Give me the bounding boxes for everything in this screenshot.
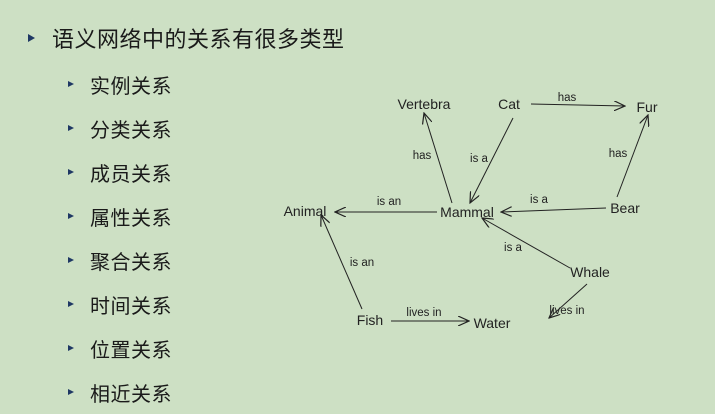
node-animal: Animal: [284, 203, 327, 219]
node-whale: Whale: [570, 264, 610, 280]
edge-label: has: [609, 148, 628, 160]
node-water: Water: [474, 315, 511, 331]
node-mammal: Mammal: [440, 204, 494, 220]
edge-arrow-whale-to-mammal: [482, 218, 571, 269]
edge-label: has: [558, 92, 577, 104]
edge-arrow-bear-to-mammal: [501, 208, 607, 212]
edge-label: is an: [350, 257, 374, 269]
edge-label: has: [413, 150, 432, 162]
edge-label: is a: [530, 194, 549, 206]
semantic-network-diagram: has has is a is an is a has is a is an lives in l…: [284, 92, 658, 331]
edge-label: is an: [377, 196, 401, 208]
edge-label: is a: [470, 153, 489, 165]
node-bear: Bear: [610, 200, 640, 216]
edge-label: lives in: [549, 305, 584, 317]
node-fish: Fish: [357, 312, 383, 328]
edge-label: is a: [504, 242, 523, 254]
edge-arrow-cat-to-fur: [530, 104, 625, 106]
node-vertebra: Vertebra: [398, 96, 451, 112]
node-fur: Fur: [637, 99, 658, 115]
nodes-layer: Vertebra Cat Fur Animal Mammal Bear Whale Fish W…: [284, 96, 658, 331]
node-cat: Cat: [498, 96, 520, 112]
edge-label: lives in: [406, 307, 441, 319]
